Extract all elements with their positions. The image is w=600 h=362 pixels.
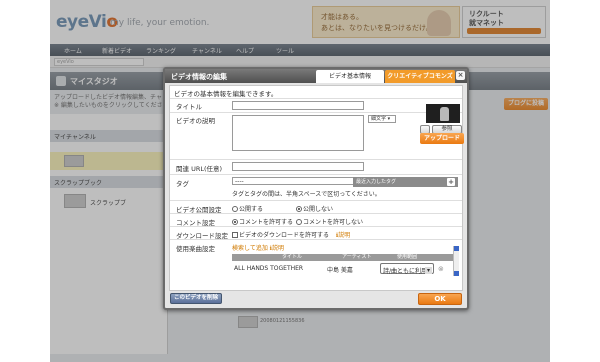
dialog-title: ビデオ情報の編集 [171, 73, 227, 81]
music-table-header: タイトル アーティスト 使用範囲 [232, 254, 458, 261]
tag-hint: タグとタグの間は、半角スペースで区切ってください。 [232, 191, 381, 198]
row-url: 関連 URL(任意) [170, 159, 462, 173]
row-tag: タグ ---- 最近入力したタグ + タグとタグの間は、半角スペースで区切ってく… [170, 174, 462, 198]
upload-button[interactable]: アップロード [420, 133, 464, 144]
edit-video-dialog: ビデオ情報の編集 ビデオ基本情報 クリエイティブコモンズ × ビデオの基本情報を… [163, 67, 469, 310]
label-music: 使用楽曲設定 [176, 245, 215, 253]
checkbox-icon [232, 232, 238, 238]
description-textarea[interactable] [232, 115, 364, 151]
download-checkbox[interactable]: ビデオのダウンロードを許可する [232, 230, 329, 239]
dialog-body: ビデオの基本情報を編集できます。 タイトル ビデオの説明 細文字 ▾ 参照 アッ… [169, 85, 464, 291]
close-icon[interactable]: × [456, 71, 465, 80]
remove-music-icon[interactable]: ⊗ [438, 265, 444, 273]
radio-checked-icon [232, 219, 238, 225]
radio-comment-deny[interactable]: コメントを許可しない [296, 217, 363, 226]
radio-comment-allow[interactable]: コメントを許可する [232, 217, 293, 226]
row-public: ビデオ公開設定 公開する 公開しない [170, 200, 462, 214]
row-download: ダウンロード設定 ビデオのダウンロードを許可する ℹ説明 [170, 226, 462, 240]
plus-icon[interactable]: + [447, 178, 455, 186]
font-select[interactable]: 細文字 ▾ [368, 115, 396, 123]
radio-checked-icon [296, 206, 302, 212]
row-description: ビデオの説明 細文字 ▾ [170, 112, 462, 156]
label-url: 関連 URL(任意) [176, 165, 223, 173]
dialog-titlebar: ビデオ情報の編集 ビデオ基本情報 クリエイティブコモンズ × [165, 69, 467, 83]
label-description: ビデオの説明 [176, 117, 215, 125]
scroll-up-icon[interactable] [454, 246, 459, 251]
title-input[interactable] [232, 101, 364, 110]
radio-icon [296, 219, 302, 225]
recent-tags-dropdown[interactable]: 最近入力したタグ + [353, 177, 458, 187]
music-table-row: ALL HANDS TOGETHER 中島 美嘉 詩/曲ともに利用 ▾ ⊗ [232, 262, 458, 276]
music-table-scrollbar[interactable] [453, 246, 459, 276]
preview-figure [440, 107, 449, 121]
music-search-link[interactable]: 検索して追加 ℹ説明 [232, 243, 284, 252]
chevron-down-icon: ▾ [425, 267, 432, 274]
music-scope-select[interactable]: 詩/曲ともに利用 ▾ [380, 263, 434, 275]
tab-creative-commons[interactable]: クリエイティブコモンズ [385, 70, 455, 83]
download-help-link[interactable]: ℹ説明 [336, 230, 350, 239]
tab-basic-info[interactable]: ビデオ基本情報 [316, 70, 384, 83]
row-music: 使用楽曲設定 検索して追加 ℹ説明 タイトル アーティスト 使用範囲 ALL H… [170, 239, 462, 291]
radio-icon [232, 206, 238, 212]
video-preview [426, 104, 460, 123]
scroll-down-icon[interactable] [454, 271, 459, 276]
dialog-description: ビデオの基本情報を編集できます。 [174, 90, 278, 98]
radio-public-yes[interactable]: 公開する [232, 204, 263, 213]
delete-video-button[interactable]: このビデオを削除 [170, 293, 222, 304]
row-comment: コメント設定 コメントを許可する コメントを許可しない [170, 213, 462, 227]
ok-button[interactable]: OK [418, 293, 462, 305]
label-title: タイトル [176, 103, 202, 111]
url-input[interactable] [232, 162, 364, 171]
radio-public-no[interactable]: 公開しない [296, 204, 333, 213]
row-title: タイトル [170, 98, 462, 111]
